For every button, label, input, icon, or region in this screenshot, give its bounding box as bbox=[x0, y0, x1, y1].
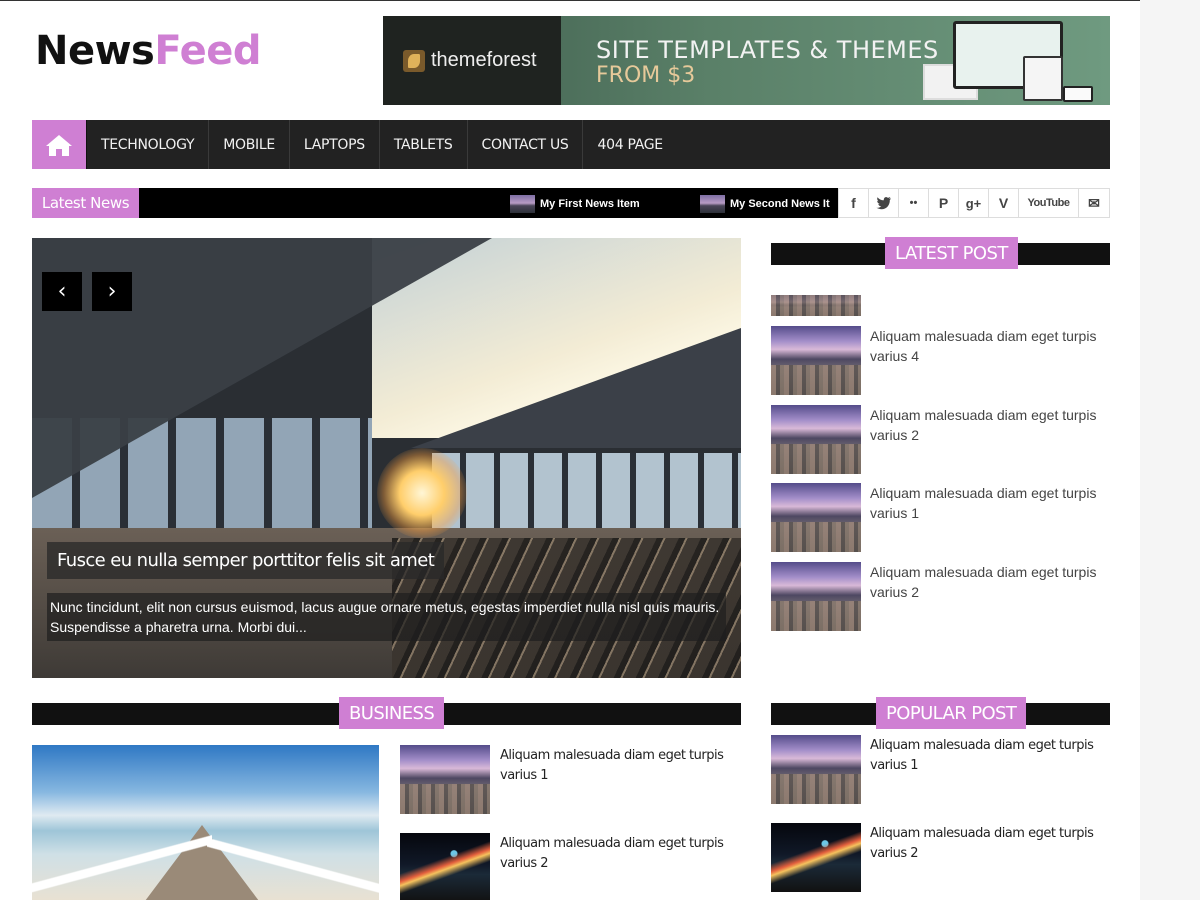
slider-image-roof bbox=[411, 328, 741, 448]
pinterest-icon[interactable]: P bbox=[929, 189, 959, 217]
post-thumbnail[interactable] bbox=[771, 405, 861, 474]
mail-icon[interactable]: ✉ bbox=[1079, 189, 1109, 217]
nav-item-mobile[interactable]: MOBILE bbox=[209, 120, 290, 169]
google-plus-icon[interactable]: g+ bbox=[959, 189, 989, 217]
post-thumbnail[interactable] bbox=[771, 823, 861, 892]
main-nav: TECHNOLOGY MOBILE LAPTOPS TABLETS CONTAC… bbox=[32, 120, 1110, 169]
nav-item-contact-us[interactable]: CONTACT US bbox=[468, 120, 584, 169]
banner-phone-illustration bbox=[1063, 86, 1093, 102]
latest-post-link[interactable]: Aliquam malesuada diam eget turpis variu… bbox=[870, 562, 1105, 602]
youtube-icon[interactable]: YouTube bbox=[1019, 189, 1079, 217]
facebook-icon[interactable]: f bbox=[839, 189, 869, 217]
business-header: BUSINESS bbox=[32, 697, 741, 729]
business-title: BUSINESS bbox=[339, 697, 445, 729]
post-thumbnail[interactable] bbox=[771, 735, 861, 804]
flickr-icon[interactable]: •• bbox=[899, 189, 929, 217]
nav-home-button[interactable] bbox=[32, 120, 87, 169]
slider-prev-button[interactable]: ‹ bbox=[42, 272, 82, 311]
home-icon bbox=[46, 134, 72, 156]
banner-headline: SITE TEMPLATES & THEMES bbox=[596, 36, 939, 64]
nav-item-technology[interactable]: TECHNOLOGY bbox=[87, 120, 210, 169]
business-post-link[interactable]: Aliquam malesuada diam eget turpis variu… bbox=[500, 834, 740, 874]
ticker-label: Latest News bbox=[32, 188, 139, 218]
slide-title[interactable]: Fusce eu nulla semper porttitor felis si… bbox=[47, 542, 445, 579]
slider-image-sun bbox=[377, 448, 467, 538]
latest-post-link[interactable]: Aliquam malesuada diam eget turpis variu… bbox=[870, 326, 1105, 366]
pier-rail bbox=[32, 825, 212, 900]
themeforest-logo: themeforest bbox=[383, 16, 561, 105]
post-thumbnail[interactable] bbox=[400, 833, 490, 900]
logo-word-feed: Feed bbox=[154, 28, 261, 74]
post-thumbnail[interactable] bbox=[771, 326, 861, 395]
social-icons: f •• P g+ V YouTube ✉ bbox=[838, 188, 1110, 218]
popular-post-link[interactable]: Aliquam malesuada diam eget turpis variu… bbox=[870, 736, 1110, 776]
banner-subline: FROM $3 bbox=[596, 63, 696, 88]
post-thumbnail[interactable] bbox=[771, 483, 861, 552]
latest-post-link[interactable]: Aliquam malesuada diam eget turpis variu… bbox=[870, 483, 1105, 523]
nav-item-laptops[interactable]: LAPTOPS bbox=[290, 120, 380, 169]
ticker-item[interactable]: My First News Item bbox=[510, 195, 640, 213]
post-thumbnail[interactable] bbox=[400, 745, 490, 814]
popular-post-header: POPULAR POST bbox=[771, 697, 1110, 729]
slider-next-button[interactable]: › bbox=[92, 272, 132, 311]
page: NewsFeed themeforest SITE TEMPLATES & TH… bbox=[0, 0, 1140, 900]
vimeo-icon[interactable]: V bbox=[989, 189, 1019, 217]
post-thumbnail[interactable] bbox=[771, 562, 861, 631]
nav-item-404-page[interactable]: 404 PAGE bbox=[583, 120, 676, 169]
ticker-item-text: My Second News It bbox=[730, 198, 830, 210]
slide-description: Nunc tincidunt, elit non cursus euismod,… bbox=[47, 593, 726, 641]
ticker-thumbnail bbox=[510, 195, 535, 213]
ticker-thumbnail bbox=[700, 195, 725, 213]
themeforest-leaf-icon bbox=[403, 49, 425, 72]
popular-post-link[interactable]: Aliquam malesuada diam eget turpis variu… bbox=[870, 824, 1110, 864]
header-banner-ad[interactable]: themeforest SITE TEMPLATES & THEMES FROM… bbox=[383, 16, 1110, 105]
latest-post-header: LATEST POST bbox=[771, 237, 1110, 269]
post-thumbnail[interactable] bbox=[771, 295, 861, 316]
latest-post-title: LATEST POST bbox=[885, 237, 1018, 269]
business-featured-image[interactable] bbox=[32, 745, 379, 900]
banner-tablet-illustration bbox=[1023, 56, 1063, 101]
logo-word-news: News bbox=[35, 28, 155, 74]
latest-post-link[interactable]: Aliquam malesuada diam eget turpis variu… bbox=[870, 405, 1105, 445]
ticker-item-text: My First News Item bbox=[540, 198, 640, 210]
site-logo[interactable]: NewsFeed bbox=[35, 27, 261, 75]
ticker-item[interactable]: My Second News It bbox=[700, 195, 830, 213]
nav-item-tablets[interactable]: TABLETS bbox=[380, 120, 468, 169]
pier-rail bbox=[207, 825, 379, 900]
banner-brand: themeforest bbox=[431, 49, 537, 71]
news-ticker: Latest News My First News Item My Second… bbox=[32, 188, 838, 218]
twitter-icon[interactable] bbox=[869, 189, 899, 217]
business-post-link[interactable]: Aliquam malesuada diam eget turpis variu… bbox=[500, 746, 740, 786]
featured-slider[interactable]: ‹ › Fusce eu nulla semper porttitor feli… bbox=[32, 238, 741, 678]
popular-post-title: POPULAR POST bbox=[876, 697, 1027, 729]
